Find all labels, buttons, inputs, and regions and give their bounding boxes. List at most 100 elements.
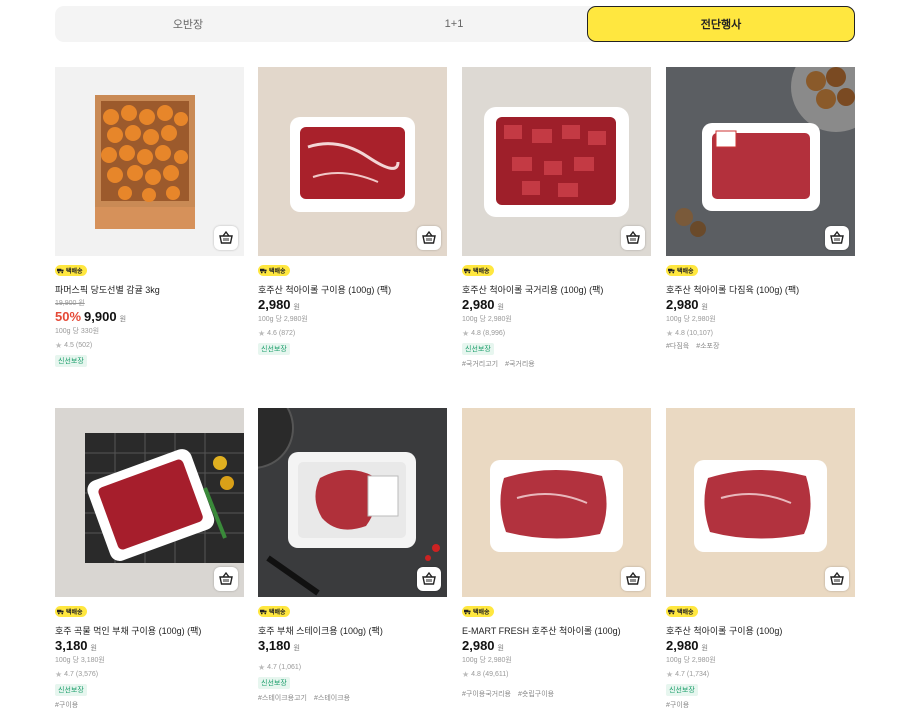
promo-tabs: 오반장 1+1 전단행사 — [55, 6, 855, 42]
sale-price: 2,980 — [666, 638, 699, 653]
unit-price: 100g 당 2,980원 — [666, 657, 716, 664]
add-to-cart-button[interactable] — [621, 567, 645, 591]
star-icon: ★ — [666, 670, 674, 679]
star-icon: ★ — [666, 329, 674, 338]
tab-flyer-event[interactable]: 전단행사 — [587, 6, 855, 42]
basket-icon — [219, 230, 233, 244]
truck-icon — [668, 268, 675, 274]
add-to-cart-button[interactable] — [825, 567, 849, 591]
currency-label: 원 — [497, 304, 504, 311]
product-name[interactable]: 파머스픽 당도선별 감귤 3kg — [55, 283, 244, 296]
product-name[interactable]: 호주 부채 스테이크용 (100g) (팩) — [258, 624, 447, 637]
tag[interactable]: #구이용국거리용 — [462, 689, 511, 699]
product-name[interactable]: 호주산 척아이롤 구이용 (100g) (팩) — [258, 283, 447, 296]
product-name[interactable]: 호주 곡물 먹인 부채 구이용 (100g) (팩) — [55, 624, 244, 637]
currency-label: 원 — [497, 645, 504, 652]
product-image[interactable] — [666, 408, 855, 597]
rating-value: 4.7 — [675, 671, 685, 678]
tag-list: #구이용국거리용 #숏립구이용 — [462, 689, 651, 699]
rating-value: 4.8 — [471, 330, 481, 337]
sale-price: 2,980 — [462, 638, 495, 653]
sale-price: 2,980 — [666, 297, 699, 312]
truck-icon — [260, 268, 267, 274]
basket-icon — [422, 230, 436, 244]
discount-rate: 50% — [55, 309, 82, 324]
tag[interactable]: #구이용 — [55, 700, 78, 710]
delivery-badge-label: 택배송 — [269, 610, 286, 616]
product-card[interactable]: 택배송 호주산 척아이롤 구이용 (100g) 2,980 원 100g 당 2… — [666, 408, 855, 710]
star-icon: ★ — [462, 670, 470, 679]
product-card[interactable]: 택배송 호주 부채 스테이크용 (100g) (팩) 3,180 원 ★ 4.7(… — [258, 408, 447, 703]
review-count: (872) — [278, 330, 296, 337]
delivery-badge-label: 택배송 — [473, 269, 490, 275]
delivery-badge: 택배송 — [462, 265, 494, 276]
product-name[interactable]: 호주산 척아이롤 구이용 (100g) — [666, 624, 855, 637]
review-count: (502) — [75, 342, 93, 349]
unit-price: 100g 당 2,980원 — [258, 316, 308, 323]
tag[interactable]: #구이용 — [666, 700, 689, 710]
sale-price: 2,980 — [462, 297, 495, 312]
delivery-badge: 택배송 — [55, 606, 87, 617]
tag[interactable]: #국거리용 — [505, 359, 535, 369]
product-card[interactable]: 택배송 호주산 척아이롤 구이용 (100g) (팩) 2,980 원 100g… — [258, 67, 447, 356]
rating-value: 4.5 — [64, 342, 74, 349]
tab-obanjang[interactable]: 오반장 — [55, 6, 321, 42]
delivery-badge: 택배송 — [55, 265, 87, 276]
product-card[interactable]: 택배송 호주 곡물 먹인 부채 구이용 (100g) (팩) 3,180 원 1… — [55, 408, 244, 710]
tag[interactable]: #스테이크용고기 — [258, 693, 307, 703]
review-count: (3,576) — [75, 671, 99, 678]
product-image[interactable] — [55, 408, 244, 597]
add-to-cart-button[interactable] — [417, 226, 441, 250]
delivery-badge: 택배송 — [258, 265, 290, 276]
product-image[interactable] — [462, 67, 651, 256]
sale-price: 3,180 — [55, 638, 88, 653]
product-image[interactable] — [258, 67, 447, 256]
tab-one-plus-one[interactable]: 1+1 — [321, 6, 587, 42]
fresh-guarantee-badge: 신선보장 — [462, 343, 494, 355]
add-to-cart-button[interactable] — [214, 226, 238, 250]
star-icon: ★ — [55, 341, 63, 350]
add-to-cart-button[interactable] — [214, 567, 238, 591]
tag[interactable]: #국거리고기 — [462, 359, 498, 369]
delivery-badge: 택배송 — [666, 606, 698, 617]
product-card[interactable]: 택배송 호주산 척아이롤 국거리용 (100g) (팩) 2,980 원 100… — [462, 67, 651, 369]
currency-label: 원 — [293, 645, 300, 652]
rating: ★ 4.8 (10,107) — [666, 329, 855, 338]
unit-price: 100g 당 2,980원 — [666, 316, 716, 323]
add-to-cart-button[interactable] — [825, 226, 849, 250]
review-count: (10,107) — [686, 330, 713, 337]
rating: ★ 4.7 (1,061) — [258, 663, 447, 672]
rating-value: 4.8 — [471, 671, 481, 678]
product-name[interactable]: 호주산 척아이롤 국거리용 (100g) (팩) — [462, 283, 651, 296]
currency-label: 원 — [293, 304, 300, 311]
rating: ★ 4.6 (872) — [258, 329, 447, 338]
unit-price: 100g 당 330원 — [55, 328, 100, 335]
add-to-cart-button[interactable] — [621, 226, 645, 250]
product-name[interactable]: 호주산 척아이롤 다짐육 (100g) (팩) — [666, 283, 855, 296]
tag[interactable]: #소포장 — [696, 341, 719, 351]
product-card[interactable]: 택배송 호주산 척아이롤 다짐육 (100g) (팩) 2,980 원 100g… — [666, 67, 855, 351]
unit-price: 100g 당 2,980원 — [462, 316, 512, 323]
currency-label: 원 — [119, 316, 127, 323]
product-card[interactable]: 택배송 파머스픽 당도선별 감귤 3kg 19,900 원 50% 9,900 … — [55, 67, 244, 368]
product-image[interactable] — [55, 67, 244, 256]
tag-list: #구이용 — [666, 700, 855, 710]
tag[interactable]: #숏립구이용 — [518, 689, 554, 699]
product-image[interactable] — [666, 67, 855, 256]
fresh-guarantee-badge: 신선보장 — [258, 343, 290, 355]
unit-price: 100g 당 2,980원 — [462, 657, 512, 664]
product-image[interactable] — [258, 408, 447, 597]
add-to-cart-button[interactable] — [417, 567, 441, 591]
product-card[interactable]: 택배송 E-MART FRESH 호주산 척아이롤 (100g) 2,980 원… — [462, 408, 651, 699]
product-name[interactable]: E-MART FRESH 호주산 척아이롤 (100g) — [462, 624, 651, 637]
sale-price: 9,900 — [84, 309, 117, 324]
sale-price: 2,980 — [258, 297, 291, 312]
product-image[interactable] — [462, 408, 651, 597]
rating: ★ 4.8 (49,611) — [462, 670, 651, 679]
tag[interactable]: #스테이크용 — [314, 693, 350, 703]
currency-label: 원 — [701, 645, 708, 652]
tag-list: #스테이크용고기 #스테이크용 — [258, 693, 447, 703]
tag[interactable]: #다짐육 — [666, 341, 689, 351]
delivery-badge-label: 택배송 — [66, 610, 83, 616]
original-price: 19,900 원 — [55, 300, 85, 307]
